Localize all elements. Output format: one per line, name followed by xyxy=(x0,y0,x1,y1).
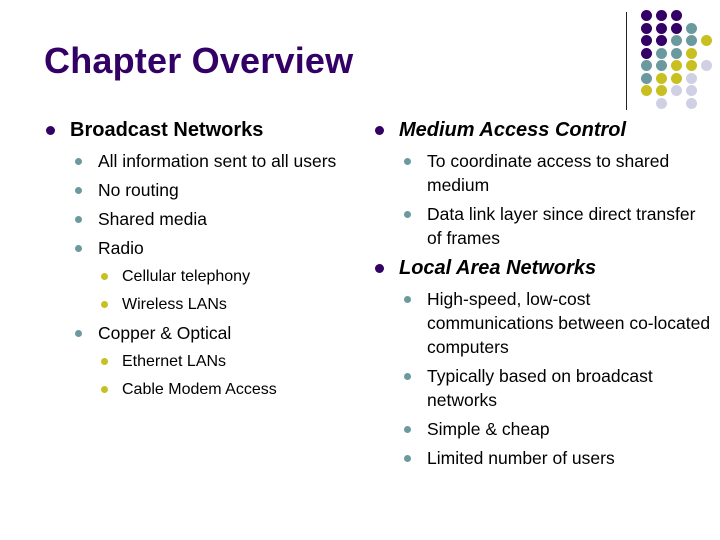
item-text: No routing xyxy=(98,180,179,200)
bullet-icon xyxy=(375,264,384,273)
item-text: Data link layer since direct transfer of… xyxy=(427,204,696,248)
decorative-vertical-line xyxy=(626,12,627,110)
list-item: Wireless LANs xyxy=(44,293,354,316)
item-text: Radio xyxy=(98,238,144,258)
bullet-icon xyxy=(404,455,411,462)
decorative-dot-empty xyxy=(701,23,712,34)
decorative-dot-empty xyxy=(701,98,712,109)
bullet-icon xyxy=(404,426,411,433)
right-column: Medium Access Control To coordinate acce… xyxy=(373,117,710,475)
decorative-dot-yellow xyxy=(686,60,697,71)
bullet-icon xyxy=(75,158,82,165)
list-item: To coordinate access to shared medium xyxy=(373,149,677,197)
decorative-dot-yellow xyxy=(686,47,697,59)
decorative-dot-yellow xyxy=(656,72,667,84)
bullet-icon xyxy=(375,126,384,135)
item-text: All information sent to all users xyxy=(98,151,337,171)
decorative-dot-lavender xyxy=(701,60,712,71)
decorative-dot-teal xyxy=(671,35,682,46)
slide-title: Chapter Overview xyxy=(44,40,354,81)
list-item: All information sent to all users xyxy=(44,149,348,173)
item-text: Wireless LANs xyxy=(122,296,227,313)
item-text: Typically based on broadcast networks xyxy=(427,366,653,410)
bullet-icon xyxy=(75,245,82,252)
decorative-dot-teal xyxy=(686,22,697,34)
decorative-dot-purple xyxy=(656,35,667,46)
list-item: Shared media xyxy=(44,207,354,231)
list-item: Ethernet LANs xyxy=(44,350,354,373)
decorative-dot-empty xyxy=(686,10,697,21)
bullet-medium-access-control: Medium Access Control xyxy=(373,117,693,143)
list-item: Radio xyxy=(44,236,354,260)
decorative-dot-lavender xyxy=(656,97,667,109)
decorative-dot-lavender xyxy=(686,85,697,96)
decorative-dot-lavender xyxy=(686,97,697,109)
bullet-icon xyxy=(75,187,82,194)
decorative-dot-empty xyxy=(701,10,712,21)
decorative-dot-teal xyxy=(671,47,682,59)
bullet-icon xyxy=(404,373,411,380)
bullet-icon xyxy=(46,126,55,135)
heading-text: Broadcast Networks xyxy=(70,119,264,141)
item-text: Cable Modem Access xyxy=(122,381,277,398)
bullet-icon xyxy=(101,301,108,308)
heading-text: Medium Access Control xyxy=(399,119,627,141)
bullet-local-area-networks: Local Area Networks xyxy=(373,255,693,281)
list-item: Copper & Optical xyxy=(44,321,354,345)
list-item: High-speed, low-cost communications betw… xyxy=(373,287,717,359)
decorative-dot-purple xyxy=(656,10,667,21)
left-column: Broadcast Networks All information sent … xyxy=(44,117,354,406)
bullet-icon xyxy=(75,330,82,337)
list-item: Typically based on broadcast networks xyxy=(373,364,667,412)
decorative-dot-purple xyxy=(671,10,682,21)
list-item: No routing xyxy=(44,178,354,202)
bullet-icon xyxy=(75,216,82,223)
decorative-dot-teal xyxy=(656,60,667,71)
list-item: Data link layer since direct transfer of… xyxy=(373,202,702,250)
decorative-dot-grid xyxy=(641,10,716,110)
heading-text: Local Area Networks xyxy=(399,257,597,279)
list-item: Limited number of users xyxy=(373,446,693,470)
decorative-dot-empty xyxy=(671,98,682,109)
decorative-dot-empty xyxy=(641,98,652,109)
bullet-icon xyxy=(101,386,108,393)
decorative-dot-teal xyxy=(656,47,667,59)
decorative-dot-lavender xyxy=(686,72,697,84)
item-text: Cellular telephony xyxy=(122,268,251,285)
bullet-icon xyxy=(101,358,108,365)
bullet-icon xyxy=(404,211,411,218)
item-text: Limited number of users xyxy=(427,448,615,468)
decorative-dot-purple xyxy=(656,22,667,34)
item-text: Shared media xyxy=(98,209,207,229)
item-text: Copper & Optical xyxy=(98,323,232,343)
item-text: To coordinate access to shared medium xyxy=(427,151,670,195)
decorative-dot-empty xyxy=(701,73,712,84)
decorative-dot-yellow xyxy=(671,60,682,71)
decorative-dot-purple xyxy=(641,10,652,21)
decorative-dot-purple xyxy=(641,47,652,59)
decorative-dot-purple xyxy=(641,22,652,34)
list-item: Simple & cheap xyxy=(373,417,693,441)
decorative-dot-yellow xyxy=(671,72,682,84)
decorative-dot-teal xyxy=(641,60,652,71)
list-item: Cable Modem Access xyxy=(44,378,354,401)
decorative-dot-purple xyxy=(641,35,652,46)
decorative-dot-empty xyxy=(701,48,712,59)
bullet-broadcast-networks: Broadcast Networks xyxy=(44,117,354,143)
decorative-dot-teal xyxy=(686,35,697,46)
decorative-dot-teal xyxy=(641,72,652,84)
bullet-icon xyxy=(101,273,108,280)
decorative-dot-yellow xyxy=(641,85,652,96)
item-text: High-speed, low-cost communications betw… xyxy=(427,289,711,357)
list-item: Cellular telephony xyxy=(44,265,354,288)
item-text: Ethernet LANs xyxy=(122,353,227,370)
decorative-dot-empty xyxy=(701,85,712,96)
bullet-icon xyxy=(404,158,411,165)
decorative-dot-yellow xyxy=(656,85,667,96)
decorative-dot-yellow xyxy=(701,35,712,46)
decorative-dot-lavender xyxy=(671,85,682,96)
decorative-dot-purple xyxy=(671,22,682,34)
item-text: Simple & cheap xyxy=(427,419,550,439)
bullet-icon xyxy=(404,296,411,303)
